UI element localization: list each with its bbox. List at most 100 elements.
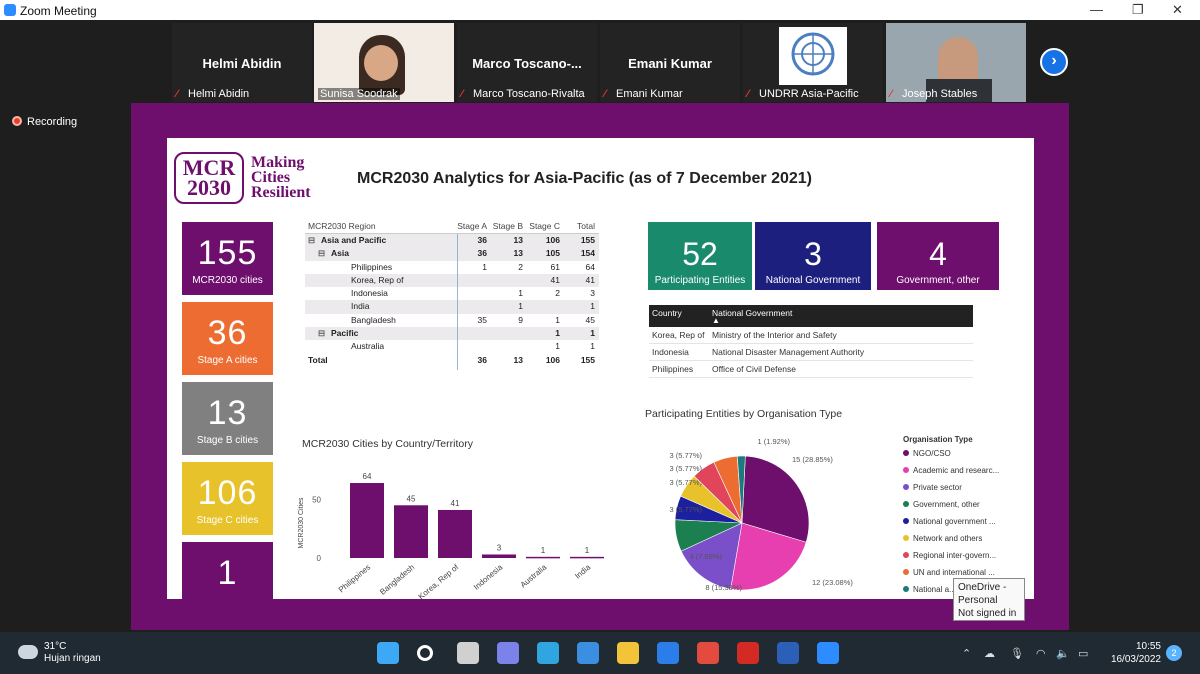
x-tick-label: Australia (519, 562, 549, 589)
volume-icon[interactable]: 🔈 (1056, 647, 1070, 660)
bar (438, 509, 472, 558)
table-row[interactable]: ⊟ Asia 36 13 105 154 (305, 247, 599, 261)
kpi-label: Stage A cities (197, 355, 258, 366)
legend-swatch (903, 467, 909, 473)
region-table-header: MCR2030 Region Stage A Stage B Stage C T… (305, 218, 599, 234)
search-icon[interactable] (417, 645, 433, 661)
chrome-icon[interactable] (697, 642, 719, 664)
legend-swatch (903, 586, 909, 592)
bar (482, 554, 516, 558)
table-row[interactable]: Philippines 1 2 61 64 (305, 261, 599, 274)
participant-tile[interactable]: Sunisa Soodrak (314, 23, 454, 102)
legend-item[interactable]: Regional inter-govern... (903, 551, 1033, 568)
table-row[interactable]: ⊟ Pacific 1 1 (305, 327, 599, 341)
task-view-icon[interactable] (457, 642, 479, 664)
close-button[interactable]: ✕ (1172, 2, 1183, 18)
muted-mic-icon: ⁄ (890, 88, 892, 100)
pie-data-label: 12 (23.08%) (812, 578, 853, 587)
legend-swatch (903, 484, 909, 490)
legend-swatch (903, 450, 909, 456)
cell-stage-t: 1 (590, 328, 595, 339)
cell-stage-b: 9 (518, 314, 523, 325)
gov-table-header: Country National Government ▲ (649, 305, 973, 327)
kpi-card: 1 (182, 542, 273, 599)
dropbox-icon[interactable] (657, 642, 679, 664)
file-explorer-icon[interactable] (617, 642, 639, 664)
cell-stage-t: 64 (585, 261, 595, 272)
clock[interactable]: 10:55 16/03/2022 (1103, 640, 1161, 666)
windows-start-icon[interactable] (377, 642, 399, 664)
mail-icon[interactable] (577, 642, 599, 664)
participant-tile[interactable]: Emani Kumar ⁄ Emani Kumar (600, 23, 740, 102)
teams-chat-icon[interactable] (497, 642, 519, 664)
edge-icon[interactable] (537, 642, 559, 664)
bar (526, 556, 560, 559)
battery-icon[interactable]: ▭ (1078, 647, 1088, 660)
muted-mic-icon: ⁄ (461, 88, 463, 100)
participant-label: Sunisa Soodrak (318, 88, 400, 100)
legend-label: National government ... (913, 517, 996, 526)
participant-name-large: Marco Toscano-... (472, 56, 582, 71)
show-hidden-icons-icon[interactable]: ⌃ (962, 647, 971, 660)
bar (350, 483, 384, 558)
participant-tile[interactable]: ⁄ UNDRR Asia-Pacific (743, 23, 883, 102)
legend-label: National a... (913, 585, 956, 594)
collapse-icon[interactable]: ⊟ (308, 234, 315, 247)
table-row[interactable]: Bangladesh 35 9 1 45 (305, 314, 599, 327)
cell-stage-t: 41 (585, 274, 595, 285)
acrobat-icon[interactable] (737, 642, 759, 664)
maximize-button[interactable]: ❐ (1132, 2, 1144, 18)
kpi-card: 13 Stage B cities (182, 382, 273, 455)
table-row[interactable]: Australia 1 1 (305, 340, 599, 353)
legend-item[interactable]: Private sector (903, 483, 1033, 500)
legend-item[interactable]: Network and others (903, 534, 1033, 551)
table-row[interactable]: India 1 1 (305, 300, 599, 314)
table-row[interactable]: Indonesia National Disaster Management Au… (649, 344, 973, 361)
collapse-icon[interactable]: ⊟ (318, 327, 325, 340)
x-tick-label: Korea, Rep of (417, 562, 461, 599)
legend-item[interactable]: Academic and researc... (903, 466, 1033, 483)
legend-item[interactable]: National government ... (903, 517, 1033, 534)
muted-mic-icon: ⁄ (604, 88, 606, 100)
table-row[interactable]: Indonesia 1 2 3 (305, 287, 599, 300)
kpi-label: Stage B cities (196, 435, 259, 446)
weather-widget[interactable]: 31°C Hujan ringan (44, 641, 101, 665)
notification-badge[interactable]: 2 (1166, 645, 1182, 661)
y-tick-label: 0 (317, 554, 322, 563)
table-row[interactable]: Total 36 13 106 155 (305, 354, 599, 367)
gov-agency: Ministry of the Interior and Safety (712, 330, 837, 340)
next-page-arrow-icon[interactable]: › (1040, 48, 1068, 76)
mcr2030-logo: MCR 2030 (174, 152, 244, 204)
region-name: Korea, Rep of (351, 274, 404, 285)
legend-item[interactable]: NGO/CSO (903, 449, 1033, 466)
participant-label: ⁄ Helmi Abidin (176, 88, 250, 100)
minimize-button[interactable]: — (1090, 2, 1103, 17)
legend-label: Private sector (913, 483, 962, 492)
wifi-icon[interactable]: ◠ (1036, 647, 1046, 660)
legend-item[interactable]: Government, other (903, 500, 1033, 517)
table-row[interactable]: ⊟ Asia and Pacific 36 13 106 155 (305, 234, 599, 248)
bar-data-label: 3 (497, 543, 502, 552)
cell-stage-c: 1 (555, 328, 560, 339)
table-row[interactable]: Korea, Rep of Ministry of the Interior an… (649, 327, 973, 344)
bar-data-label: 45 (407, 494, 416, 503)
microphone-icon[interactable]: 🎙 (1010, 647, 1024, 660)
kpi-label: Participating Entities (654, 275, 746, 286)
collapse-icon[interactable]: ⊟ (318, 247, 325, 260)
dashboard-slide: MCR 2030 Making Cities Resilient MCR2030 An… (167, 138, 1034, 599)
cell-stage-c: 61 (550, 261, 560, 272)
table-row[interactable]: Korea, Rep of 41 41 (305, 273, 599, 288)
onedrive-tooltip: OneDrive - Personal Not signed in (953, 578, 1025, 621)
onedrive-icon[interactable]: ☁ (984, 647, 995, 660)
bar (394, 505, 428, 558)
recording-indicator: Recording (12, 116, 77, 128)
legend-swatch (903, 569, 909, 575)
word-icon[interactable] (777, 642, 799, 664)
x-tick-label: Indonesia (472, 562, 505, 592)
kpi-value: 13 (207, 394, 248, 432)
table-row[interactable]: Philippines Office of Civil Defense (649, 361, 973, 378)
participant-tile[interactable]: ⁄ Joseph Stables (886, 23, 1026, 102)
zoom-icon[interactable] (817, 642, 839, 664)
participant-tile[interactable]: Marco Toscano-... ⁄ Marco Toscano-Rivalta (457, 23, 597, 102)
participant-tile[interactable]: Helmi Abidin ⁄ Helmi Abidin (172, 23, 312, 102)
